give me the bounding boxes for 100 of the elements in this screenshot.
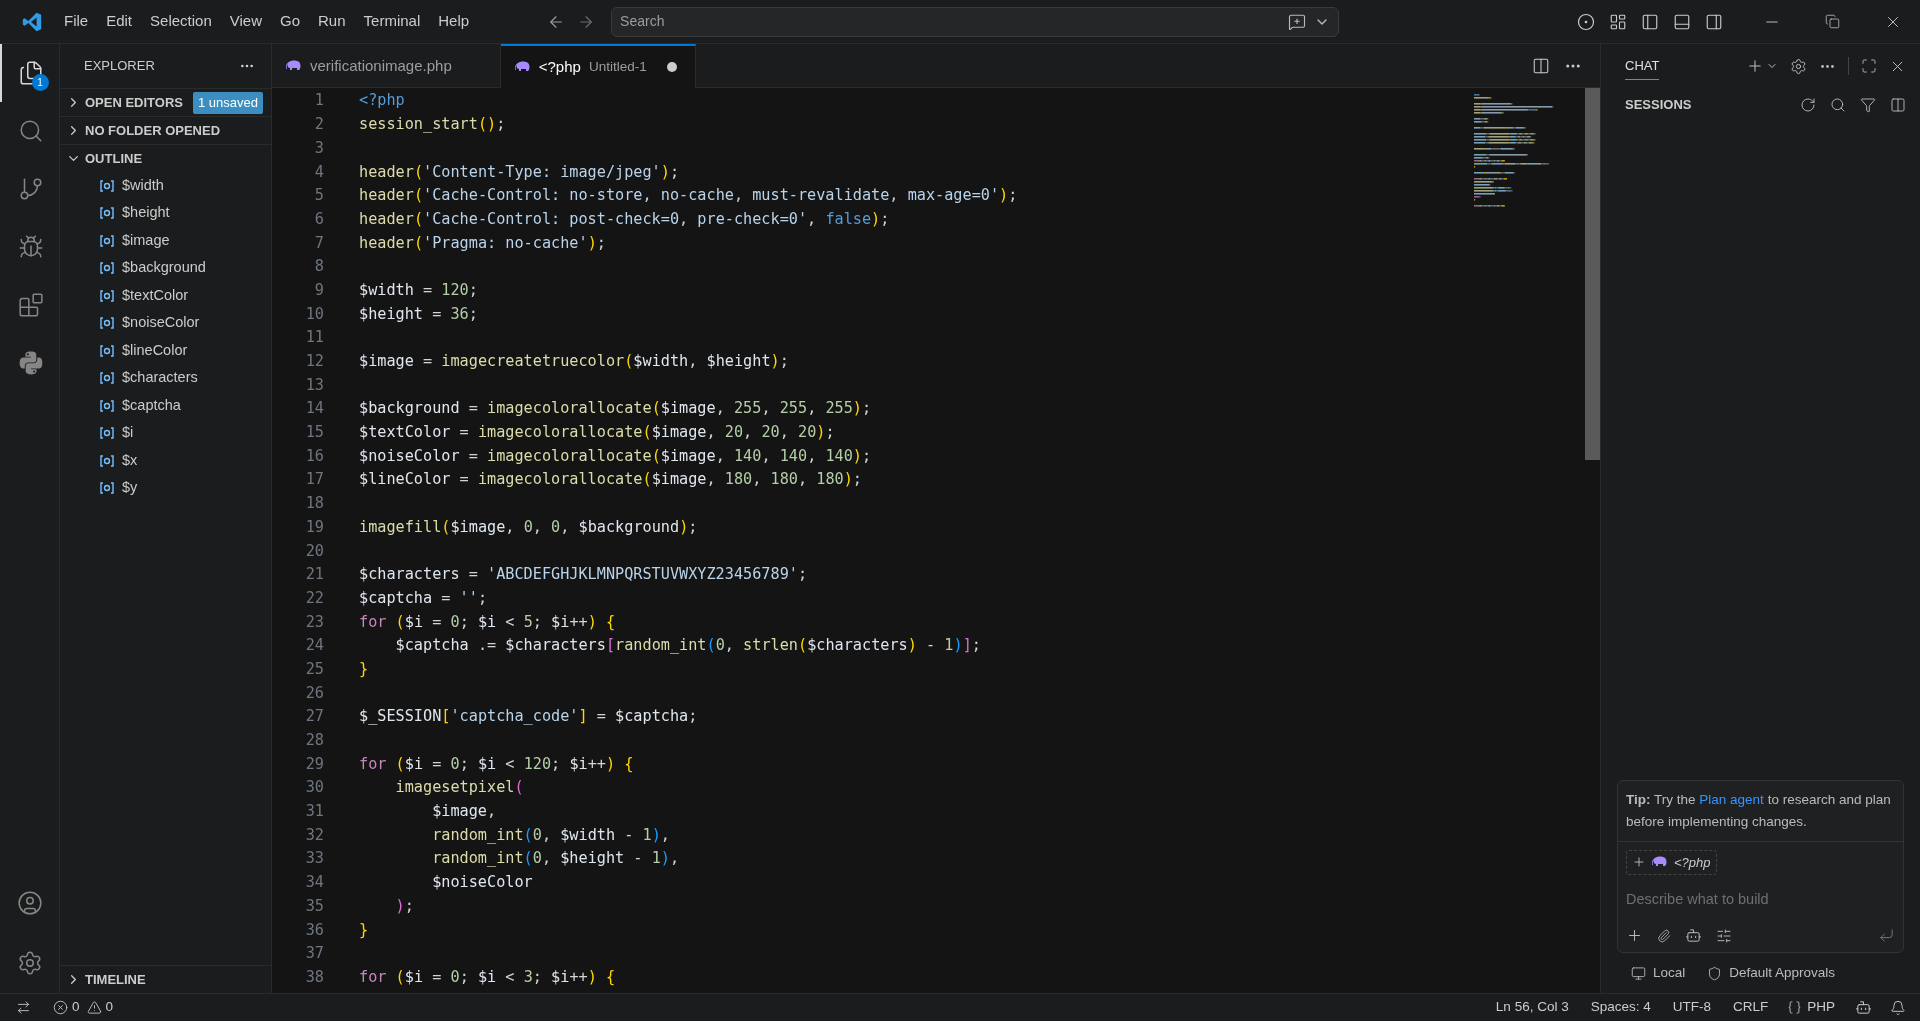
variable-icon [99,232,115,249]
plus-icon[interactable] [1746,57,1764,75]
menu-item[interactable]: Selection [142,7,220,36]
outline-item[interactable]: $characters [60,364,271,392]
scrollbar-thumb[interactable] [1585,88,1600,460]
menu-item[interactable]: Edit [98,7,141,36]
problems-status[interactable]: 0 0 [53,997,114,1018]
outline-item[interactable]: $x [60,447,271,475]
plus-icon[interactable] [1626,927,1643,944]
panel-right-icon[interactable] [1705,12,1723,31]
panel-bottom-icon[interactable] [1673,12,1691,31]
code-line: random_int(0, $height - 1), [431,848,680,870]
restore-icon[interactable] [1825,14,1840,29]
chat-footer-button[interactable]: Local [1631,962,1686,984]
menu-item[interactable]: Go [272,7,308,36]
code-line: $captcha = ''; [359,587,488,609]
menu-item[interactable]: Run [310,7,354,36]
panel-left-icon[interactable] [1641,12,1659,31]
menu-item[interactable]: View [221,7,270,36]
settings-icon[interactable] [1790,57,1807,75]
outline-item[interactable]: $i [60,419,271,447]
sidebar-title: EXPLORER [84,57,155,76]
menu-item[interactable]: Terminal [355,7,429,36]
panel-icon[interactable] [1890,97,1906,113]
status-item[interactable]: Ln 56, Col 3 [1484,997,1580,1018]
line-number: 36 [304,919,324,941]
menu-item[interactable]: Help [430,7,478,36]
elephant-icon [286,60,302,72]
outline-item[interactable]: $noiseColor [60,309,271,337]
layout-icon[interactable] [1609,12,1627,31]
code-line: $textColor = imagecolorallocate($image, 20, 20, 20); [359,422,835,444]
code-line: header('Content-Type: image/jpeg'); [359,161,680,183]
language-status[interactable]: PHP [1779,997,1843,1018]
section-header[interactable]: OUTLINE [60,145,271,172]
context-chip[interactable]: <?php [1626,849,1717,875]
half-circle-icon[interactable] [1577,12,1595,31]
maximize-icon[interactable] [1861,58,1877,74]
line-number: 16 [304,445,324,467]
line-number: 27 [304,706,324,728]
bot-icon[interactable] [1685,927,1702,944]
search-icon[interactable] [1830,97,1846,113]
chat-input[interactable]: Describe what to build [1626,887,1895,911]
send-icon[interactable] [1878,927,1895,944]
code-line: header('Cache-Control: no-store, no-cache, must-revalidate, max-age=0'); [359,185,1018,207]
variable-icon [99,287,115,304]
status-item[interactable]: UTF-8 [1661,997,1722,1018]
bot-icon[interactable] [1855,999,1872,1016]
section-header[interactable]: TIMELINE [60,966,271,993]
plan-agent-link[interactable]: Plan agent [1699,791,1764,807]
elephant-icon [1652,856,1668,869]
section-header[interactable]: NO FOLDER OPENED [60,117,271,144]
chat-icon[interactable] [1288,12,1307,31]
outline-item[interactable]: $lineColor [60,337,271,365]
outline-item[interactable]: $y [60,474,271,502]
code-line: $width = 120; [359,279,478,301]
outline-item[interactable]: $width [60,172,271,200]
outline-item[interactable]: $height [60,199,271,227]
refresh-icon[interactable] [1800,97,1816,113]
menu-item[interactable]: File [56,7,97,36]
line-number: 26 [304,682,324,704]
paperclip-icon[interactable] [1657,928,1671,943]
variable-icon [99,370,115,387]
editor-tab[interactable]: verificationimage.php [272,44,501,88]
bell-icon[interactable] [1890,999,1906,1016]
editor-tab[interactable]: <?php Untitled-1 [500,44,696,88]
line-number: 30 [304,777,324,799]
chat-tab[interactable]: CHAT [1625,52,1660,80]
line-number: 17 [304,469,324,491]
settings-icon [16,950,43,976]
code-line: for ($i = 0; $i < 120; $i++) { [359,753,634,775]
code-line: $noiseColor = imagecolorallocate($image, 140, 140, 140); [359,445,872,467]
line-number: 23 [304,611,324,633]
line-number: 9 [313,279,324,301]
outline-item[interactable]: $background [60,254,271,282]
line-number: 3 [313,137,324,159]
status-item[interactable]: CRLF [1721,997,1780,1018]
filter-icon[interactable] [1860,97,1876,113]
chat-footer-button[interactable]: Default Approvals [1707,962,1836,984]
variable-icon [99,397,115,414]
line-number: 32 [304,824,324,846]
status-item[interactable]: Spaces: 4 [1579,997,1662,1018]
code-line: $image = imagecreatetruecolor($width, $height); [359,351,789,372]
line-number: 25 [304,658,324,680]
outline-item[interactable]: $image [60,227,271,255]
outline-item[interactable]: $textColor [60,282,271,310]
variable-icon [99,177,115,194]
warning-icon [86,1000,102,1015]
line-number: 19 [304,516,324,538]
variable-icon [99,452,115,469]
sliders-icon[interactable] [1716,927,1732,944]
line-number: 35 [304,895,324,917]
split-editor-icon[interactable] [1532,56,1550,75]
remote-icon[interactable] [16,1000,31,1015]
code-line: $height = 36; [359,303,478,325]
search-input[interactable]: Search [620,11,1289,32]
search-bar[interactable]: Search [611,6,1340,37]
code-line: $noiseColor [431,872,533,894]
line-number: 37 [304,943,324,965]
line-number: 5 [313,185,324,207]
outline-item[interactable]: $captcha [60,392,271,420]
